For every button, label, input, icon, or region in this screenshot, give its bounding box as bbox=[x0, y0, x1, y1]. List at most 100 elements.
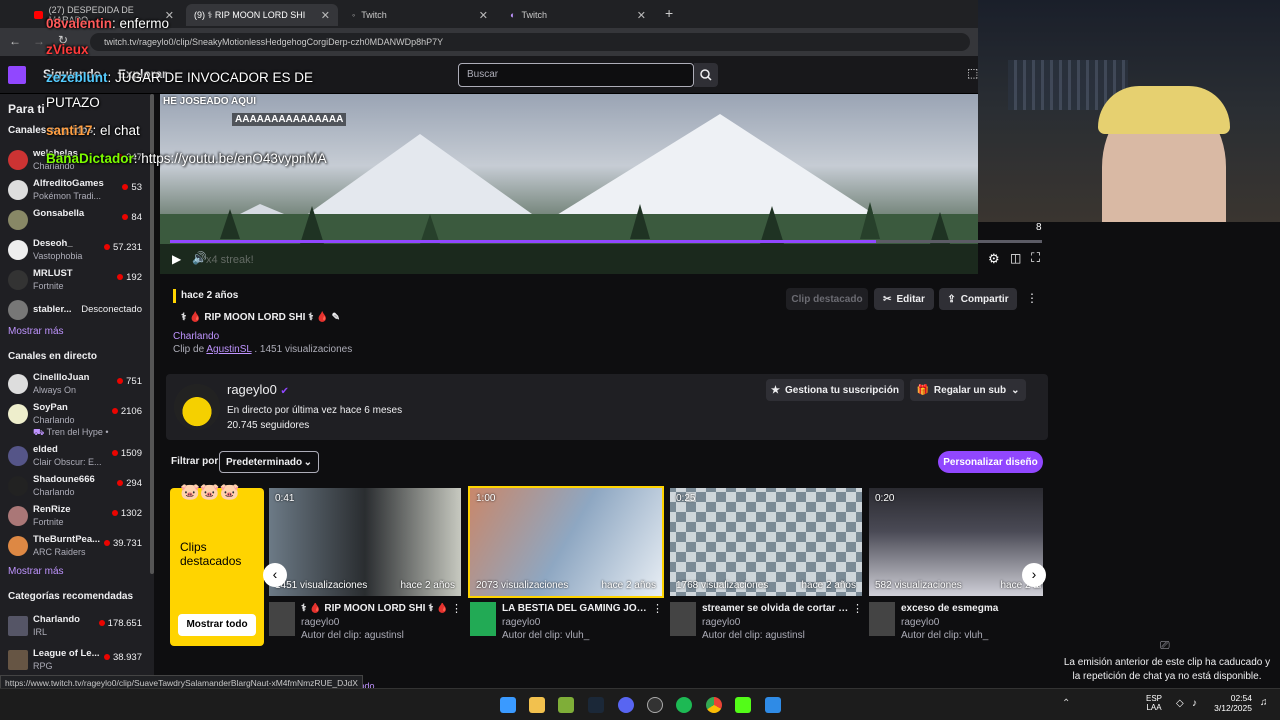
tab-label: (9) ⚕ RIP MOON LORD SHI bbox=[194, 9, 306, 20]
steam-icon[interactable] bbox=[588, 697, 604, 713]
sidebar-item-live[interactable]: Shadoune666 Charlando 294 bbox=[0, 472, 152, 502]
gift-sub-button[interactable]: 🎁 Regalar un sub ⌄ bbox=[910, 379, 1026, 401]
sidebar-item-live[interactable]: TheBurntPea... ARC Raiders 39.731 bbox=[0, 532, 152, 562]
notifications-icon[interactable]: ⬚ bbox=[967, 66, 978, 80]
twitch-icon: ◐ bbox=[510, 10, 516, 20]
show-more-live[interactable]: Mostrar más bbox=[8, 566, 64, 577]
sidebar-item-followed[interactable]: Deseoh_ Vastophobia 57.231 bbox=[0, 236, 152, 266]
show-all-button[interactable]: Mostrar todo bbox=[178, 614, 256, 636]
close-icon[interactable]: ✕ bbox=[637, 9, 646, 22]
sidebar-item-category[interactable]: League of Le... RPG 38.937 bbox=[0, 646, 152, 676]
seek-bar-fill bbox=[170, 240, 877, 243]
clip-duration: 0:25 bbox=[676, 493, 696, 504]
sidebar-item-category[interactable]: Charlando IRL 178.651 bbox=[0, 612, 152, 642]
file-explorer-icon[interactable] bbox=[529, 697, 545, 713]
star-icon: ★ bbox=[771, 384, 781, 396]
close-icon[interactable]: ✕ bbox=[479, 9, 488, 22]
seek-bar[interactable] bbox=[170, 240, 1042, 243]
clip-thumbnail[interactable]: 0:41 1451 visualizaciones hace 2 años bbox=[269, 488, 461, 596]
browser-tab-2[interactable]: (9) ⚕ RIP MOON LORD SHI ✕ bbox=[186, 4, 338, 26]
sidebar-item-followed[interactable]: AlfreditoGames Pokémon Tradi... 53 bbox=[0, 176, 152, 206]
more-options-icon[interactable]: ⋮ bbox=[451, 602, 462, 615]
chevron-down-icon: ⌄ bbox=[1011, 384, 1020, 396]
volume-tray-icon[interactable]: ♪ bbox=[1192, 698, 1197, 709]
clip-title[interactable]: LA BESTIA DEL GAMING JOSE... bbox=[502, 603, 652, 614]
forward-icon[interactable]: → bbox=[33, 34, 45, 48]
more-options-icon[interactable]: ⋮ bbox=[852, 602, 863, 615]
volume-icon[interactable]: 🔊 bbox=[192, 251, 207, 265]
offline-status: Desconectado bbox=[81, 304, 142, 315]
twitch-logo-icon[interactable] bbox=[8, 66, 26, 84]
clip-thumbnail[interactable]: 0:20 582 visualizaciones hace 2 años bbox=[869, 488, 1043, 596]
channel-game: Always On bbox=[33, 385, 77, 395]
sidebar-item-live[interactable]: elded Clair Obscur: E... 1509 bbox=[0, 442, 152, 472]
fullscreen-icon[interactable]: ⛶ bbox=[1031, 250, 1040, 266]
notepad-icon[interactable] bbox=[765, 697, 781, 713]
browser-tab-4[interactable]: ◐ Twitch ✕ bbox=[502, 4, 654, 26]
channel-name: stabler... bbox=[33, 304, 72, 315]
tray-expand-icon[interactable]: ⌃ bbox=[1062, 698, 1070, 709]
clip-age: hace 2 años bbox=[400, 580, 456, 591]
share-button[interactable]: ⇪ Compartir bbox=[939, 288, 1017, 310]
clock[interactable]: 02:54 3/12/2025 bbox=[1208, 693, 1252, 713]
overlay-message: AAAAAAAAAAAAAAA bbox=[232, 113, 347, 126]
carousel-prev-button[interactable]: ‹ bbox=[263, 563, 287, 587]
clip-category[interactable]: Charlando bbox=[173, 331, 219, 342]
clip-meta: Clip de AgustinSL . 1451 visualizaciones bbox=[173, 344, 353, 355]
spotify-icon[interactable] bbox=[676, 697, 692, 713]
category-thumbnail bbox=[8, 616, 28, 636]
video-player[interactable]: HE JOSEADO AQUI AAAAAAAAAAAAAAA x4 strea… bbox=[160, 94, 978, 274]
carousel-next-button[interactable]: › bbox=[1022, 563, 1046, 587]
clip-channel[interactable]: rageylo0 bbox=[702, 617, 740, 628]
clip-channel[interactable]: rageylo0 bbox=[901, 617, 939, 628]
channel-avatar[interactable] bbox=[174, 384, 220, 430]
sidebar-scrollbar[interactable] bbox=[150, 94, 154, 574]
language-indicator[interactable]: ESP LAA bbox=[1146, 694, 1162, 712]
manage-subscription-button[interactable]: ★ Gestiona tu suscripción bbox=[766, 379, 904, 401]
kick-icon[interactable] bbox=[735, 697, 751, 713]
sidebar-item-live[interactable]: CinellloJuan Always On 751 bbox=[0, 370, 152, 400]
sidebar-item-followed[interactable]: Gonsabella 84 bbox=[0, 206, 152, 236]
start-icon[interactable] bbox=[500, 697, 516, 713]
sidebar-item-followed[interactable]: MRLUST Fortnite 192 bbox=[0, 266, 152, 296]
channel-name[interactable]: rageylo0 ✔ bbox=[227, 382, 289, 397]
search-input[interactable]: Buscar bbox=[458, 63, 694, 87]
emote-icon: 🐷🐷🐷 bbox=[180, 484, 240, 501]
sidebar-item-live[interactable]: RenRize Fortnite 1302 bbox=[0, 502, 152, 532]
pencil-icon[interactable]: ✎ bbox=[332, 312, 340, 323]
minecraft-icon[interactable] bbox=[558, 697, 574, 713]
sidebar-item-followed[interactable]: stabler... Desconectado bbox=[0, 296, 152, 326]
back-icon[interactable]: ← bbox=[9, 34, 21, 48]
search-button[interactable] bbox=[694, 63, 718, 87]
sidebar-item-live[interactable]: SoyPan Charlando 2106 ⛟ Tren del Hype • … bbox=[0, 400, 152, 440]
notification-bell-icon[interactable]: ♫ bbox=[1260, 697, 1268, 708]
clip-channel[interactable]: rageylo0 bbox=[301, 617, 339, 628]
theatre-mode-icon[interactable]: ◫ bbox=[1010, 251, 1021, 265]
browser-tab-3[interactable]: ◦ Twitch ✕ bbox=[344, 4, 496, 26]
chrome-icon[interactable] bbox=[706, 697, 722, 713]
more-options-icon[interactable]: ⋮ bbox=[1026, 291, 1038, 305]
url-field[interactable]: twitch.tv/rageylo0/clip/SneakyMotionless… bbox=[90, 33, 970, 51]
featured-clip-button[interactable]: Clip destacado bbox=[786, 288, 868, 310]
customize-layout-button[interactable]: Personalizar diseño bbox=[938, 451, 1043, 473]
settings-icon[interactable]: ⚙ bbox=[988, 251, 1000, 267]
new-tab-icon[interactable]: + bbox=[665, 5, 673, 21]
edit-button[interactable]: ✂ Editar bbox=[874, 288, 934, 310]
filter-select[interactable]: Predeterminado ⌄ bbox=[219, 451, 319, 473]
play-icon[interactable]: ▶ bbox=[172, 252, 181, 266]
avatar bbox=[8, 270, 28, 290]
network-icon[interactable]: ◇ bbox=[1176, 698, 1184, 709]
clip-title[interactable]: ⚕ 🩸 RIP MOON LORD SHI ⚕ 🩸 bbox=[301, 603, 451, 614]
clip-author-link[interactable]: AgustinSL bbox=[206, 344, 251, 355]
clip-thumbnail[interactable]: 0:25 1768 visualizaciones hace 2 años bbox=[670, 488, 862, 596]
clip-channel[interactable]: rageylo0 bbox=[502, 617, 540, 628]
clip-title[interactable]: streamer se olvida de cortar s... bbox=[702, 603, 852, 614]
more-options-icon[interactable]: ⋮ bbox=[652, 602, 663, 615]
close-icon[interactable]: ✕ bbox=[321, 9, 330, 22]
obs-icon[interactable] bbox=[647, 697, 663, 713]
discord-icon[interactable] bbox=[618, 697, 634, 713]
channel-game: Clair Obscur: E... bbox=[33, 457, 102, 467]
clip-thumbnail[interactable]: 1:00 2073 visualizaciones hace 2 años bbox=[468, 486, 664, 598]
show-more-followed[interactable]: Mostrar más bbox=[8, 326, 64, 337]
clip-title[interactable]: exceso de esmegma bbox=[901, 603, 1051, 614]
